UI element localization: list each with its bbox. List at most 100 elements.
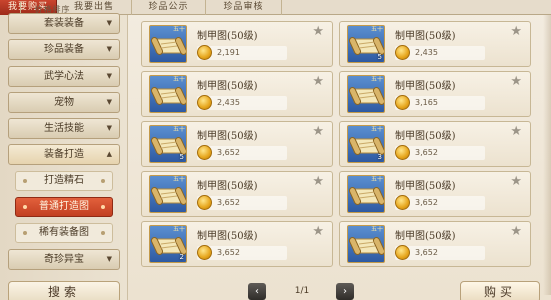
item-name: 制甲图(50级) xyxy=(197,81,258,92)
favorite-star-icon[interactable]: ★ xyxy=(312,225,324,238)
edge-ornament xyxy=(543,15,551,295)
favorite-star-icon[interactable]: ★ xyxy=(312,75,324,88)
subcategory-label: 打造精石 xyxy=(44,175,84,186)
listing-card[interactable]: 五十 制甲图(50级) 3,652 ★ xyxy=(141,171,333,217)
scroll-item-icon[interactable]: 五十 5 xyxy=(347,25,385,63)
item-price: 2,435 xyxy=(217,98,240,107)
listing-card[interactable]: 五十制甲图(50级) 3,652 ★ xyxy=(339,221,531,267)
page-indicator: 1/1 xyxy=(294,286,310,296)
chevron-down-icon: ▼ xyxy=(106,124,112,132)
tab-treasure-review[interactable]: 珍品审核 xyxy=(206,0,282,15)
gold-coin-icon xyxy=(395,45,410,60)
item-price: 3,652 xyxy=(415,198,438,207)
level-badge: 五十 xyxy=(370,176,383,183)
listing-card[interactable]: 五十 3 制甲图(50级) 3,652 ★ xyxy=(339,121,531,167)
buy-button[interactable]: 购买 xyxy=(460,281,540,300)
category-label: 珍品装备 xyxy=(44,44,84,55)
chevron-down-icon: ▼ xyxy=(106,72,112,80)
price-field: 3,652 xyxy=(395,195,485,210)
price-field: 3,652 xyxy=(197,145,287,160)
chevron-down-icon: ▼ xyxy=(106,98,112,106)
item-name: 制甲图(50级) xyxy=(197,131,258,142)
scroll-item-icon[interactable]: 五十 xyxy=(149,175,187,213)
scroll-item-icon[interactable]: 五十 xyxy=(347,225,385,263)
prev-page-button[interactable]: ‹ xyxy=(248,283,266,300)
level-badge: 五十 xyxy=(172,126,185,133)
scroll-item-icon[interactable]: 五十 2 xyxy=(149,225,187,263)
level-badge: 五十 xyxy=(172,26,185,33)
scroll-item-icon[interactable]: 五十 xyxy=(347,75,385,113)
category-label: 奇珍异宝 xyxy=(44,254,84,265)
level-badge: 五十 xyxy=(172,76,185,83)
listing-card[interactable]: 五十 5 制甲图(50级) 3,652 ★ xyxy=(141,121,333,167)
level-badge: 五十 xyxy=(172,226,185,233)
level-badge: 五十 xyxy=(370,226,383,233)
item-name: 制甲图(50级) xyxy=(395,231,456,242)
dot-icon xyxy=(101,205,105,209)
level-badge: 五十 xyxy=(172,176,185,183)
listing-card[interactable]: 五十 2 制甲图(50级) 3,652 ★ xyxy=(141,221,333,267)
favorite-star-icon[interactable]: ★ xyxy=(312,125,324,138)
favorite-star-icon[interactable]: ★ xyxy=(510,75,522,88)
subcategory-rare-blueprint[interactable]: 稀有装备图 xyxy=(15,223,113,243)
item-name: 制甲图(50级) xyxy=(197,31,258,42)
favorite-star-icon[interactable]: ★ xyxy=(510,225,522,238)
item-quantity: 5 xyxy=(179,153,184,161)
level-badge: 五十 xyxy=(370,26,383,33)
listing-card[interactable]: 五十 制甲图(50级) 3,652 ★ xyxy=(339,171,531,217)
scroll-item-icon[interactable]: 五十 5 xyxy=(149,125,187,163)
subcategory-common-blueprint[interactable]: 普通打造图 xyxy=(15,197,113,217)
category-martial-arts[interactable]: 武学心法 ▼ xyxy=(8,66,120,87)
chevron-down-icon: ▼ xyxy=(106,255,112,263)
category-life-skills[interactable]: 生活技能 ▼ xyxy=(8,118,120,139)
category-pets[interactable]: 宠物 ▼ xyxy=(8,92,120,113)
listing-card[interactable]: 五十制甲图(50级) 3,165 ★ xyxy=(339,71,531,117)
price-field: 2,435 xyxy=(395,45,485,60)
search-button[interactable]: 搜索 xyxy=(8,281,120,300)
category-set-equipment[interactable]: 套装装备 ▼ xyxy=(8,13,120,34)
favorite-star-icon[interactable]: ★ xyxy=(510,175,522,188)
gold-coin-icon xyxy=(395,95,410,110)
pagination: ‹ 1/1 › xyxy=(248,283,356,300)
category-label: 装备打造 xyxy=(44,149,84,160)
price-field: 3,652 xyxy=(395,245,485,260)
dot-icon xyxy=(101,179,105,183)
category-label: 武学心法 xyxy=(44,71,84,82)
category-rare-equipment[interactable]: 珍品装备 ▼ xyxy=(8,39,120,60)
price-field: 3,165 xyxy=(395,95,485,110)
category-label: 宠物 xyxy=(54,97,74,108)
scroll-item-icon[interactable]: 五十 xyxy=(149,75,187,113)
item-quantity: 3 xyxy=(377,153,382,161)
item-price: 3,652 xyxy=(217,248,240,257)
level-badge: 五十 xyxy=(370,76,383,83)
subcategory-label: 稀有装备图 xyxy=(39,227,89,238)
price-field: 3,652 xyxy=(197,195,287,210)
gold-coin-icon xyxy=(197,195,212,210)
tab-treasure-showcase[interactable]: 珍品公示 xyxy=(132,0,206,15)
category-rare-treasures[interactable]: 奇珍异宝 ▼ xyxy=(8,249,120,270)
favorite-star-icon[interactable]: ★ xyxy=(312,175,324,188)
subcategory-label: 普通打造图 xyxy=(39,201,89,212)
listing-card[interactable]: 五十制甲图(50级) 2,191 ★ xyxy=(141,21,333,67)
favorite-star-icon[interactable]: ★ xyxy=(510,25,522,38)
gold-coin-icon xyxy=(197,145,212,160)
favorite-star-icon[interactable]: ★ xyxy=(510,125,522,138)
gold-coin-icon xyxy=(197,95,212,110)
listing-card[interactable]: 五十制甲图(50级) 2,435 ★ xyxy=(141,71,333,117)
scroll-item-icon[interactable]: 五十 xyxy=(347,175,385,213)
gold-coin-icon xyxy=(395,245,410,260)
scroll-item-icon[interactable]: 五十 xyxy=(149,25,187,63)
subcategory-crafting-stone[interactable]: 打造精石 xyxy=(15,171,113,191)
item-quantity: 2 xyxy=(179,253,184,261)
dot-icon xyxy=(101,231,105,235)
item-name: 制甲图(50级) xyxy=(395,81,456,92)
chevron-down-icon: ▼ xyxy=(106,19,112,27)
dot-icon xyxy=(23,205,27,209)
next-page-button[interactable]: › xyxy=(336,283,354,300)
price-field: 2,191 xyxy=(197,45,287,60)
listing-card[interactable]: 五十 5 制甲图(50级) 2,435 ★ xyxy=(339,21,531,67)
category-equipment-crafting[interactable]: 装备打造 ▲ xyxy=(8,144,120,165)
item-price: 3,652 xyxy=(415,248,438,257)
scroll-item-icon[interactable]: 五十 3 xyxy=(347,125,385,163)
favorite-star-icon[interactable]: ★ xyxy=(312,25,324,38)
